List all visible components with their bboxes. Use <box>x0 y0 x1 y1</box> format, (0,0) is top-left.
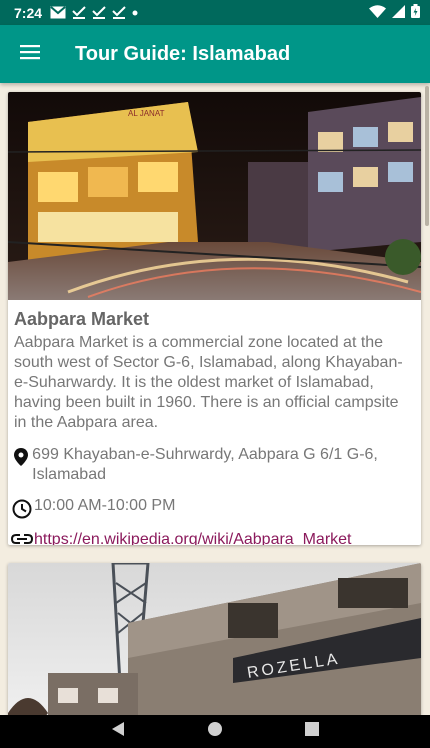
place-card[interactable]: ROZELLA <box>8 563 421 715</box>
address-row: 699 Khayaban-e-Suhrwardy, Aabpara G 6/1 … <box>11 445 421 485</box>
check-icon <box>72 6 86 19</box>
place-card[interactable]: AL JANAT Aabpara Market Aabpara Market i… <box>8 92 421 545</box>
signal-icon <box>392 4 405 21</box>
check-icon <box>92 6 106 19</box>
place-image: ROZELLA <box>8 563 421 715</box>
wifi-icon <box>369 4 386 21</box>
wikipedia-link[interactable]: https://en.wikipedia.org/wiki/Aabpara_Ma… <box>34 530 352 545</box>
image-sign-text: AL JANAT <box>128 109 165 118</box>
app-bar: Tour Guide: Islamabad <box>0 25 430 83</box>
link-row: https://en.wikipedia.org/wiki/Aabpara_Ma… <box>11 530 421 545</box>
battery-icon <box>411 4 420 21</box>
notification-icons <box>50 6 138 19</box>
app-title: Tour Guide: Islamabad <box>75 42 291 65</box>
clock-icon <box>11 496 33 519</box>
location-pin-icon <box>11 445 31 466</box>
status-bar: 7:24 <box>0 0 430 25</box>
place-hours: 10:00 AM-10:00 PM <box>34 497 176 514</box>
link-icon <box>11 530 33 545</box>
hours-row: 10:00 AM-10:00 PM <box>11 496 421 519</box>
menu-button[interactable] <box>0 25 60 83</box>
place-address: 699 Khayaban-e-Suhrwardy, Aabpara G 6/1 … <box>32 446 378 483</box>
place-list[interactable]: AL JANAT Aabpara Market Aabpara Market i… <box>0 83 430 715</box>
back-icon[interactable] <box>110 721 126 742</box>
gmail-icon <box>50 6 66 19</box>
place-description: Aabpara Market is a commercial zone loca… <box>14 334 403 431</box>
system-nav-bar <box>0 715 430 748</box>
place-name: Aabpara Market <box>14 309 150 329</box>
recents-icon[interactable] <box>304 721 320 742</box>
place-image: AL JANAT <box>8 92 421 300</box>
status-time: 7:24 <box>14 4 43 21</box>
hamburger-menu-icon <box>20 44 40 65</box>
home-icon[interactable] <box>207 721 223 742</box>
dot-icon <box>132 10 138 16</box>
scrollbar[interactable] <box>425 86 429 226</box>
check-icon <box>112 6 126 19</box>
